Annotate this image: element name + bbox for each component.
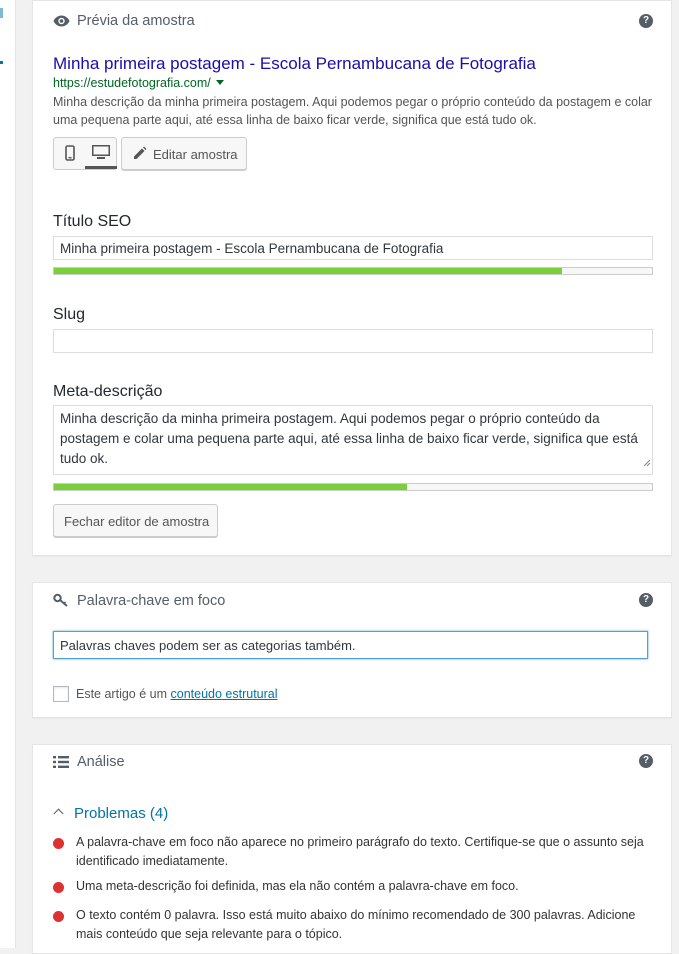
list-icon [53, 756, 71, 772]
cornerstone-label: Este artigo é um conteúdo estrutural [76, 687, 278, 701]
serp-title[interactable]: Minha primeira postagem - Escola Pernamb… [53, 54, 536, 74]
caret-down-icon [215, 80, 224, 85]
close-snippet-editor-button[interactable]: Fechar editor de amostra [53, 504, 218, 537]
cornerstone-link[interactable]: conteúdo estrutural [171, 687, 278, 701]
device-toggle-group [53, 137, 117, 170]
serp-url: https://estudefotografia.com/ [53, 76, 224, 90]
edit-snippet-label: Editar amostra [153, 147, 238, 162]
problem-text: Uma meta-descrição foi definida, mas ela… [76, 879, 519, 893]
close-snippet-editor-label: Fechar editor de amostra [64, 514, 210, 529]
panel-title: Palavra-chave em foco [77, 593, 226, 609]
problem-item: A palavra-chave em foco não aparece no p… [53, 833, 653, 871]
cornerstone-text: Este artigo é um [76, 687, 168, 701]
problems-toggle[interactable]: Problemas (4) [53, 805, 169, 822]
resize-handle-icon[interactable] [643, 453, 651, 473]
meta-description-text: Minha descrição da minha primeira postag… [60, 411, 638, 466]
meta-description-progress-fill [54, 484, 407, 490]
edit-snippet-button[interactable]: Editar amostra [121, 137, 247, 170]
focus-keyword-panel: Palavra-chave em foco ? Palavras chaves … [32, 582, 672, 718]
problem-bullet-icon [53, 882, 64, 893]
problem-item: O texto contém 0 palavra. Isso está muit… [53, 906, 653, 944]
panel-title: Prévia da amostra [77, 13, 195, 29]
serp-description: Minha descrição da minha primeira postag… [53, 95, 652, 127]
snippet-preview-header[interactable]: Prévia da amostra [53, 13, 195, 31]
sidebar-indicator-dot [0, 61, 3, 64]
problem-item: Uma meta-descrição foi definida, mas ela… [53, 877, 653, 896]
meta-description-progress [53, 483, 653, 491]
analysis-panel: Análise ? Problemas (4) A palavra-chave … [32, 744, 672, 954]
seo-title-progress-fill [54, 268, 563, 274]
problem-text: A palavra-chave em foco não aparece no p… [76, 835, 644, 868]
slug-label: Slug [53, 306, 86, 323]
panel-title: Análise [77, 754, 125, 770]
meta-description-label: Meta-descrição [53, 383, 163, 400]
problem-bullet-icon [53, 838, 64, 849]
seo-title-label: Título SEO [53, 213, 132, 230]
analysis-header[interactable]: Análise [53, 754, 125, 772]
cornerstone-checkbox[interactable] [53, 686, 69, 702]
chevron-up-icon [53, 808, 64, 819]
focus-keyword-header[interactable]: Palavra-chave em foco [53, 593, 225, 611]
sidebar-indicator [0, 8, 3, 18]
help-icon[interactable]: ? [639, 14, 653, 28]
meta-description-textarea[interactable]: Minha descrição da minha primeira postag… [53, 405, 653, 475]
problem-bullet-icon [53, 911, 64, 922]
seo-title-input[interactable]: Minha primeira postagem - Escola Pernamb… [53, 236, 653, 260]
serp-url-text: https://estudefotografia.com/ [53, 76, 211, 90]
pencil-icon [132, 146, 147, 164]
eye-icon [53, 15, 71, 31]
seo-title-progress [53, 267, 653, 275]
key-icon [53, 593, 71, 611]
help-icon[interactable]: ? [639, 754, 653, 768]
problem-text: O texto contém 0 palavra. Isso está muit… [76, 908, 636, 941]
mobile-preview-button[interactable] [54, 138, 86, 169]
admin-sidebar-edge [0, 0, 16, 948]
desktop-preview-button[interactable] [85, 138, 117, 169]
problems-heading: Problemas (4) [74, 805, 169, 822]
help-icon[interactable]: ? [639, 593, 653, 607]
snippet-preview-panel: Prévia da amostra ? Minha primeira posta… [32, 0, 672, 556]
slug-input[interactable] [53, 329, 653, 353]
focus-keyword-input[interactable]: Palavras chaves podem ser as categorias … [53, 631, 648, 659]
